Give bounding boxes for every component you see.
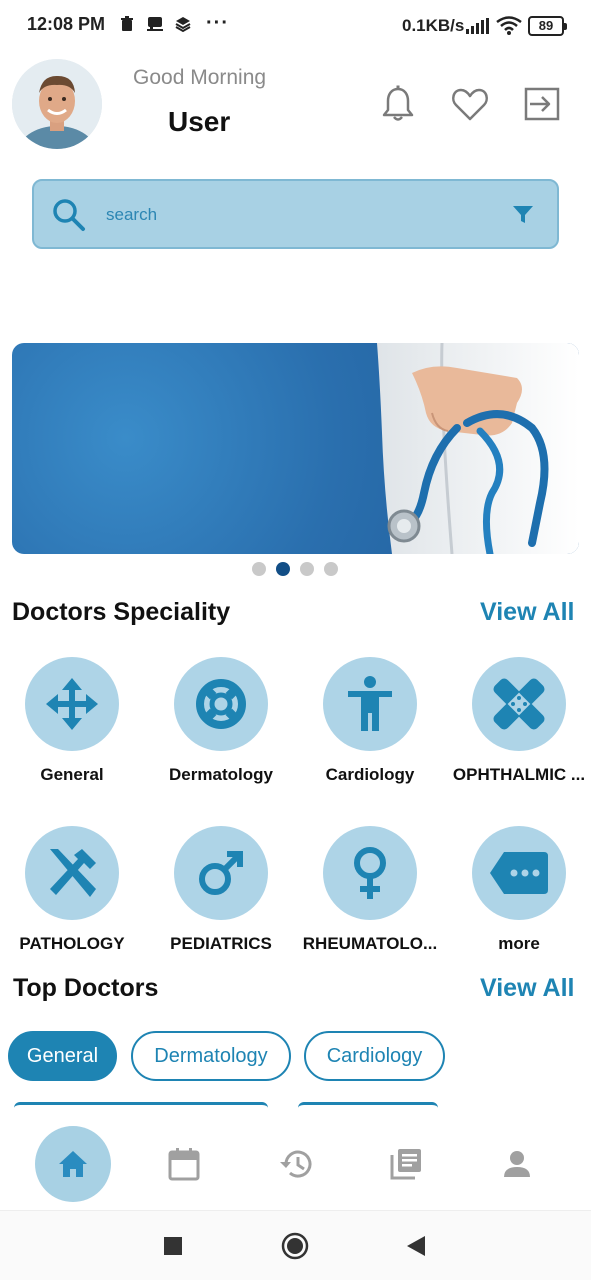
speciality-label: Dermatology [169,765,273,784]
speciality-rheumatology[interactable]: RHEUMATOLO... [300,826,440,954]
speciality-label: General [40,765,104,784]
status-time: 12:08 PM [27,14,106,34]
speciality-section-title: Doctors Speciality [12,598,231,626]
pagination-dot[interactable] [324,562,338,576]
filter-icon[interactable] [512,205,534,225]
layers-icon [175,17,191,33]
nav-profile[interactable] [479,1126,555,1202]
back-icon[interactable] [406,1235,426,1257]
home-icon [59,1151,87,1177]
logout-icon[interactable] [522,84,562,124]
speciality-dermatology[interactable]: Dermatology [151,657,291,785]
promo-banner[interactable] [12,343,579,554]
message-icon [147,17,163,31]
top-doctors-view-all-link[interactable]: View All [480,974,574,1003]
speciality-label: PEDIATRICS [170,934,272,953]
status-bar: 12:08 PM ··· 0.1KB/s 89 [0,0,591,52]
nav-history[interactable] [257,1126,333,1202]
recents-icon[interactable] [164,1237,182,1255]
trash-icon [121,16,133,31]
filter-chip-dermatology[interactable]: Dermatology [131,1031,291,1081]
speciality-general[interactable]: General [2,657,142,785]
network-speed: 0.1KB/s [402,16,465,35]
tools-icon [50,849,96,897]
lifebuoy-icon [196,679,246,729]
person-icon [348,676,392,731]
speciality-label: more [498,934,540,953]
speciality-more[interactable]: more [449,826,589,954]
pagination-dot[interactable] [252,562,266,576]
bell-icon[interactable] [378,84,418,124]
speciality-label: RHEUMATOLO... [302,934,438,953]
speciality-pathology[interactable]: PATHOLOGY [2,826,142,954]
avatar[interactable] [12,59,102,149]
nav-articles[interactable] [368,1126,444,1202]
profile-icon [504,1151,530,1177]
speciality-label: PATHOLOGY [19,934,125,953]
username: User [168,106,231,137]
bottom-navigation [0,1110,591,1208]
articles-icon [390,1149,421,1180]
more-notifications: ··· [206,12,229,34]
wifi-icon [496,16,522,35]
doctor-card[interactable] [298,1102,438,1108]
top-doctors-section-title: Top Doctors [13,974,159,1002]
move-arrows-icon [46,678,98,730]
avatar-photo [12,59,102,149]
speciality-ophthalmic[interactable]: OPHTHALMIC ... [449,657,589,785]
banner-pagination [252,562,338,576]
history-icon [280,1150,312,1178]
heart-icon[interactable] [450,84,490,124]
nav-calendar[interactable] [146,1126,222,1202]
system-navigation-bar [0,1210,591,1280]
search-bar[interactable] [32,179,559,249]
calendar-icon [168,1148,200,1181]
home-button-icon[interactable] [281,1232,309,1260]
more-tag-icon [490,852,548,894]
bandage-icon [493,678,545,730]
battery-icon: 89 [528,16,567,36]
filter-chip-general[interactable]: General [8,1031,117,1081]
speciality-label: Cardiology [325,765,415,784]
signal-icon [466,18,489,34]
speciality-label: OPHTHALMIC ... [452,765,586,784]
pagination-dot-active[interactable] [276,562,290,576]
filter-chip-cardiology[interactable]: Cardiology [304,1031,445,1081]
speciality-view-all-link[interactable]: View All [480,598,574,627]
greeting-text: Good Morning [133,66,267,89]
male-icon [199,851,243,895]
doctor-stethoscope-image [377,343,579,554]
doctor-card[interactable] [14,1102,268,1108]
nav-home[interactable] [35,1126,111,1202]
search-input[interactable] [104,199,484,231]
speciality-cardiology[interactable]: Cardiology [300,657,440,785]
female-icon [354,847,386,899]
speciality-pediatrics[interactable]: PEDIATRICS [151,826,291,954]
pagination-dot[interactable] [300,562,314,576]
search-icon[interactable] [52,198,86,232]
